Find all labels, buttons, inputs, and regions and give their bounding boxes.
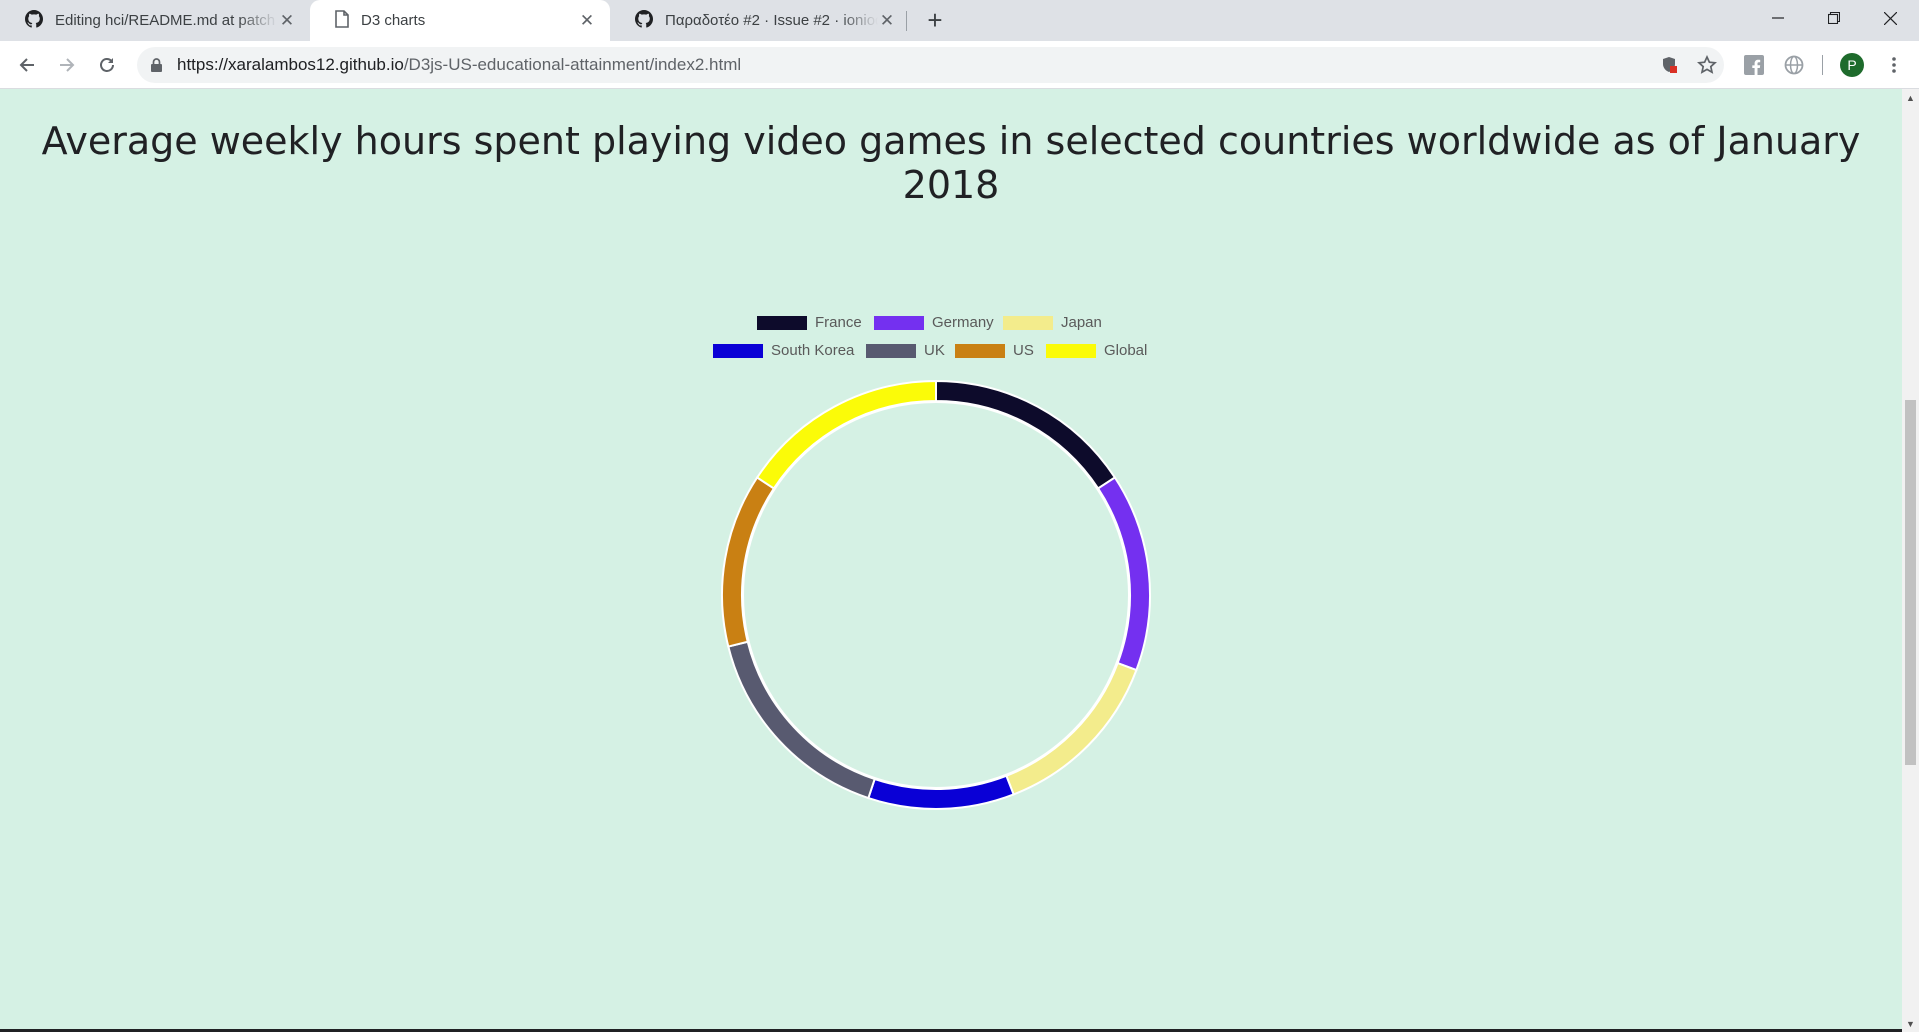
scroll-down-arrow-icon[interactable]: ▼: [1905, 1018, 1916, 1029]
page-content: Average weekly hours spent playing video…: [0, 89, 1902, 1032]
avatar: P: [1840, 53, 1864, 77]
tab-d3-charts[interactable]: D3 charts ✕: [310, 0, 610, 41]
tab-title: Παραδοτέο #2 · Issue #2 · ioniod: [665, 12, 878, 29]
close-tab-icon[interactable]: ✕: [878, 11, 896, 30]
tab-title: Editing hci/README.md at patch: [55, 12, 276, 29]
tab-strip: Editing hci/README.md at patch ✕ D3 char…: [0, 0, 1919, 41]
donut-slice-uk[interactable]: [727, 640, 876, 800]
new-tab-button[interactable]: +: [921, 5, 949, 35]
scroll-thumb[interactable]: [1905, 400, 1916, 765]
donut-slice-france[interactable]: [935, 379, 1117, 490]
donut-inner-ring: [742, 401, 1130, 789]
url-host: https://xaralambos12.github.io: [177, 55, 404, 74]
tab-title: D3 charts: [361, 12, 426, 29]
shield-icon[interactable]: [1653, 49, 1685, 81]
minimize-button[interactable]: [1750, 0, 1806, 36]
toolbar-separator: [1822, 55, 1823, 75]
github-icon: [635, 9, 653, 32]
address-bar[interactable]: https://xaralambos12.github.io/D3js-US-e…: [137, 47, 1724, 83]
vertical-scrollbar[interactable]: ▲ ▼: [1902, 89, 1919, 1032]
url-text[interactable]: https://xaralambos12.github.io/D3js-US-e…: [177, 55, 741, 75]
donut-slice-global[interactable]: [755, 379, 937, 490]
donut-chart: [721, 379, 1151, 810]
facebook-extension-icon[interactable]: [1738, 49, 1770, 81]
donut-slice-japan[interactable]: [1005, 661, 1138, 796]
reload-button[interactable]: [91, 49, 123, 81]
menu-kebab-icon[interactable]: [1878, 49, 1910, 81]
tab-separator: [906, 11, 907, 31]
url-path: /D3js-US-educational-attainment/index2.h…: [403, 55, 742, 74]
document-icon: [335, 9, 349, 32]
close-window-button[interactable]: [1862, 0, 1918, 36]
close-tab-icon[interactable]: ✕: [278, 11, 296, 30]
scroll-up-arrow-icon[interactable]: ▲: [1905, 92, 1916, 103]
close-tab-icon[interactable]: ✕: [578, 11, 596, 30]
tab-editing-readme[interactable]: Editing hci/README.md at patch ✕: [0, 0, 310, 41]
bookmark-star-icon[interactable]: [1691, 49, 1723, 81]
restore-button[interactable]: [1806, 0, 1862, 36]
globe-extension-icon[interactable]: [1778, 49, 1810, 81]
browser-toolbar: https://xaralambos12.github.io/D3js-US-e…: [0, 41, 1919, 89]
profile-avatar[interactable]: P: [1836, 49, 1868, 81]
back-button[interactable]: [11, 49, 43, 81]
forward-button[interactable]: [51, 49, 83, 81]
github-icon: [25, 9, 43, 32]
tab-issue[interactable]: Παραδοτέο #2 · Issue #2 · ioniod ✕: [610, 0, 910, 41]
lock-icon: [151, 58, 162, 77]
